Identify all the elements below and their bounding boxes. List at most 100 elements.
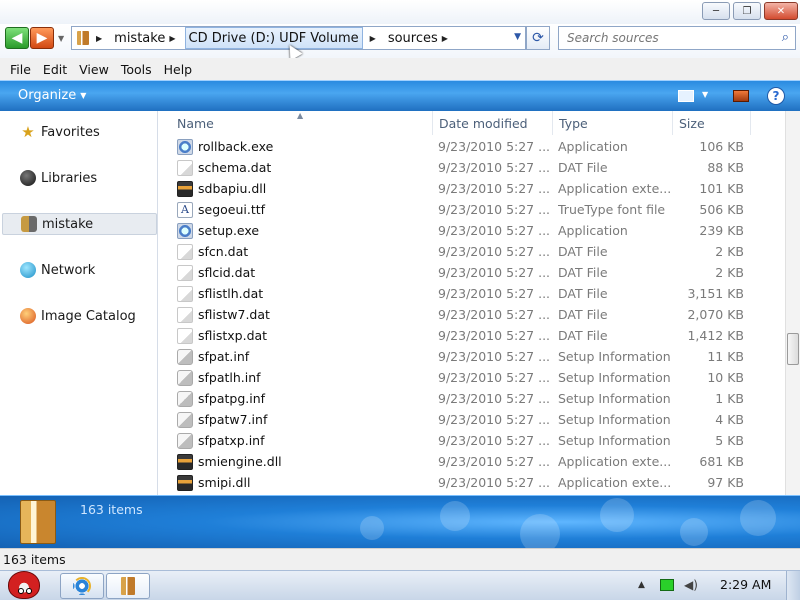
- user-folder-icon: [21, 216, 37, 232]
- start-button[interactable]: [2, 565, 48, 600]
- file-name-cell[interactable]: sfpatlh.inf: [177, 367, 433, 388]
- clock[interactable]: 2:29 AM: [720, 577, 771, 592]
- inf-icon: [177, 432, 193, 449]
- nav-item-libraries[interactable]: Libraries: [2, 167, 157, 189]
- file-type: Setup Information: [558, 370, 671, 385]
- menu-view[interactable]: View: [74, 62, 114, 77]
- file-row[interactable]: sfpat.inf 9/23/2010 5:27 ... Setup Informa…: [171, 346, 761, 367]
- view-options-dropdown-icon[interactable]: ▼: [702, 90, 708, 99]
- decorative-bubble: [520, 514, 560, 548]
- taskbar-internet-explorer[interactable]: [60, 573, 104, 599]
- file-name: sfcn.dat: [198, 244, 249, 259]
- scrollbar-thumb[interactable]: [787, 333, 799, 365]
- menu-edit[interactable]: Edit: [38, 62, 72, 77]
- breadcrumb-sources[interactable]: sources ▶: [385, 27, 457, 49]
- nav-item-image-catalog[interactable]: Image Catalog: [2, 305, 157, 327]
- address-dropdown-icon[interactable]: ▼: [514, 32, 521, 42]
- file-name-cell[interactable]: sfpatxp.inf: [177, 430, 433, 451]
- dat-icon: [177, 264, 193, 281]
- file-date: 9/23/2010 5:27 ...: [438, 328, 551, 343]
- file-name-cell[interactable]: smiengine.dll: [177, 451, 433, 472]
- maximize-button[interactable]: ❐: [733, 2, 761, 20]
- recent-pages-dropdown-icon[interactable]: ▼: [58, 34, 64, 43]
- preview-pane-icon[interactable]: [733, 90, 749, 102]
- file-name-cell[interactable]: sfpat.inf: [177, 346, 433, 367]
- file-row[interactable]: smiengine.dll 9/23/2010 5:27 ... Applicati…: [171, 451, 761, 472]
- file-row[interactable]: sdbapiu.dll 9/23/2010 5:27 ... Application…: [171, 178, 761, 199]
- image-catalog-icon: [20, 308, 36, 324]
- breadcrumb-root-arrow[interactable]: ▶: [89, 27, 111, 49]
- file-name-cell[interactable]: sfcn.dat: [177, 241, 433, 262]
- taskbar-windows-explorer[interactable]: [106, 573, 150, 599]
- organize-button[interactable]: Organize ▼: [18, 88, 86, 103]
- file-name-cell[interactable]: sfpatpg.inf: [177, 388, 433, 409]
- column-header-type[interactable]: Type: [553, 111, 673, 135]
- search-icon[interactable]: ⌕: [782, 30, 789, 45]
- show-hidden-icons-icon[interactable]: ▲: [638, 580, 645, 590]
- file-name-cell[interactable]: sflistlh.dat: [177, 283, 433, 304]
- forward-button[interactable]: ▶: [30, 27, 54, 49]
- inf-icon: [177, 411, 193, 428]
- show-desktop-button[interactable]: [786, 571, 800, 600]
- file-name: rollback.exe: [198, 139, 274, 154]
- file-type: Application exte...: [558, 475, 672, 490]
- file-name-cell[interactable]: rollback.exe: [177, 136, 433, 157]
- file-row[interactable]: setup.exe 9/23/2010 5:27 ... Application 23…: [171, 220, 761, 241]
- file-row[interactable]: sflistlh.dat 9/23/2010 5:27 ... DAT File 3,…: [171, 283, 761, 304]
- breadcrumb-label: sources: [387, 30, 438, 46]
- file-name-cell[interactable]: smipi.dll: [177, 472, 433, 493]
- menu-tools[interactable]: Tools: [116, 62, 157, 77]
- close-button[interactable]: ✕: [764, 2, 798, 20]
- file-row[interactable]: segoeui.ttf 9/23/2010 5:27 ... TrueType fo…: [171, 199, 761, 220]
- search-input[interactable]: [567, 31, 767, 45]
- file-name-cell[interactable]: sfpatw7.inf: [177, 409, 433, 430]
- nav-item-favorites[interactable]: ★ Favorites: [2, 121, 157, 143]
- minimize-button[interactable]: ─: [702, 2, 730, 20]
- chevron-right-icon[interactable]: ▶: [169, 34, 175, 43]
- file-row[interactable]: sfpatw7.inf 9/23/2010 5:27 ... Setup Infor…: [171, 409, 761, 430]
- file-name: sfpatw7.inf: [198, 412, 268, 427]
- refresh-button[interactable]: ⟳: [526, 26, 550, 50]
- vertical-scrollbar[interactable]: [785, 111, 800, 495]
- file-row[interactable]: sflcid.dat 9/23/2010 5:27 ... DAT File 2 KB: [171, 262, 761, 283]
- file-name-cell[interactable]: sdbapiu.dll: [177, 178, 433, 199]
- search-box[interactable]: ⌕: [558, 26, 796, 50]
- volume-icon[interactable]: ◀): [684, 578, 700, 592]
- file-row[interactable]: sfpatlh.inf 9/23/2010 5:27 ... Setup Infor…: [171, 367, 761, 388]
- file-row[interactable]: sfpatxp.inf 9/23/2010 5:27 ... Setup Infor…: [171, 430, 761, 451]
- file-name: smiengine.dll: [198, 454, 282, 469]
- file-name-cell[interactable]: sflistxp.dat: [177, 325, 433, 346]
- breadcrumb-mistake[interactable]: mistake ▶: [111, 27, 184, 49]
- file-name-cell[interactable]: setup.exe: [177, 220, 433, 241]
- file-row[interactable]: sflistxp.dat 9/23/2010 5:27 ... DAT File 1,…: [171, 325, 761, 346]
- back-button[interactable]: ◀: [5, 27, 29, 49]
- file-row[interactable]: schema.dat 9/23/2010 5:27 ... DAT File 88 K…: [171, 157, 761, 178]
- menu-file[interactable]: File: [5, 62, 36, 77]
- file-size: 506 KB: [699, 202, 744, 217]
- file-name: sfpatpg.inf: [198, 391, 266, 406]
- column-header-name[interactable]: Name: [171, 111, 433, 135]
- file-name-cell[interactable]: sflistw7.dat: [177, 304, 433, 325]
- file-size: 4 KB: [715, 412, 744, 427]
- breadcrumb-cd-drive-arrow[interactable]: ▶: [363, 27, 385, 49]
- file-row[interactable]: sfcn.dat 9/23/2010 5:27 ... DAT File 2 KB: [171, 241, 761, 262]
- nav-item-mistake[interactable]: mistake: [2, 213, 157, 235]
- network-status-icon[interactable]: [660, 579, 674, 591]
- file-row[interactable]: sfpatpg.inf 9/23/2010 5:27 ... Setup Infor…: [171, 388, 761, 409]
- change-view-icon[interactable]: [678, 90, 694, 102]
- file-row[interactable]: rollback.exe 9/23/2010 5:27 ... Applicatio…: [171, 136, 761, 157]
- file-name-cell[interactable]: sflcid.dat: [177, 262, 433, 283]
- file-size: 11 KB: [707, 349, 744, 364]
- help-button[interactable]: ?: [767, 87, 785, 105]
- chevron-right-icon[interactable]: ▶: [442, 34, 448, 43]
- file-name-cell[interactable]: schema.dat: [177, 157, 433, 178]
- column-header-date[interactable]: Date modified: [433, 111, 553, 135]
- file-name-cell[interactable]: segoeui.ttf: [177, 199, 433, 220]
- nav-item-network[interactable]: Network: [2, 259, 157, 281]
- breadcrumb-cd-drive[interactable]: CD Drive (D:) UDF Volume: [184, 27, 363, 49]
- menu-help[interactable]: Help: [159, 62, 198, 77]
- column-header-size[interactable]: Size: [673, 111, 751, 135]
- file-row[interactable]: smipi.dll 9/23/2010 5:27 ... Application e…: [171, 472, 761, 493]
- file-row[interactable]: sflistw7.dat 9/23/2010 5:27 ... DAT File 2,…: [171, 304, 761, 325]
- file-name: sflistxp.dat: [198, 328, 268, 343]
